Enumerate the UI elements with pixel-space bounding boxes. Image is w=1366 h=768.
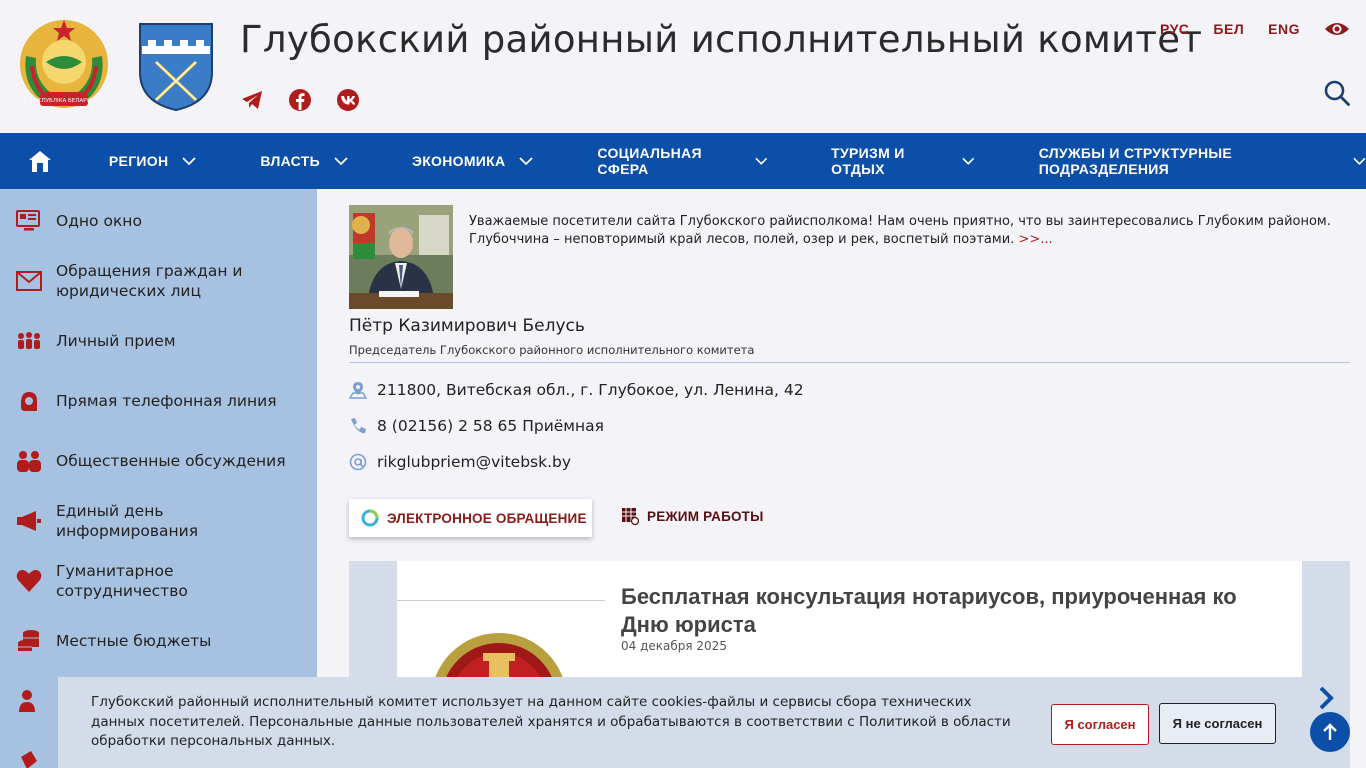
chevron-down-icon [754,157,767,165]
chevron-down-icon [1353,157,1366,165]
home-button[interactable] [0,133,81,189]
sidebar-item-label: Прямая телефонная линия [56,392,277,410]
cookie-text: Глубокский районный исполнительный комит… [91,694,1011,749]
site-title: Глубокский районный исполнительный комит… [240,18,1203,61]
telegram-icon[interactable] [240,88,264,112]
sidebar-item-label: Общественные обсуждения [56,452,286,470]
megaphone-icon [16,508,42,534]
chevron-down-icon [962,157,975,165]
heart-icon [16,568,42,594]
nav-tourism-label: ТУРИЗМ И ОТДЫХ [831,145,905,177]
divider [349,362,1350,363]
email-link[interactable]: rikglubpriem@vitebsk.by [377,453,571,471]
sidebar-item-humanitarian[interactable]: Гуманитарное сотрудничество [0,562,317,600]
language-switcher: РУС БЕЛ ENG [1160,20,1350,38]
nav-power-label: ВЛАСТЬ [260,153,320,169]
home-icon [29,151,52,172]
working-hours-label: РЕЖИМ РАБОТЫ [647,508,764,524]
cookie-banner: Глубокский районный исполнительный комит… [58,677,1308,768]
sidebar-item-label: Местные бюджеты [56,632,212,650]
person-icon [16,688,42,714]
divider [397,600,605,601]
electronic-appeal-button[interactable]: ЭЛЕКТРОННОЕ ОБРАЩЕНИЕ [349,499,592,537]
working-hours-button[interactable]: РЕЖИМ РАБОТЫ [621,507,764,525]
social-links [240,88,360,112]
monitor-icon [16,208,42,234]
chevron-right-icon[interactable] [1316,685,1336,711]
schedule-icon [622,508,639,525]
envelope-icon [16,268,42,294]
sidebar-item-label: Одно окно [56,212,142,230]
nav-services-label: СЛУЖБЫ И СТРУКТУРНЫЕ ПОДРАЗДЕЛЕНИЯ [1038,145,1233,177]
sidebar-item-label: Единый день информирования [56,502,199,540]
news-date: 04 декабря 2025 [621,639,727,653]
greeting-body: Уважаемые посетители сайта Глубокского р… [469,214,1331,247]
sidebar-item-budgets[interactable]: Местные бюджеты [0,629,317,653]
facebook-icon[interactable] [288,88,312,112]
phone-text[interactable]: 8 (02156) 2 58 65 Приёмная [377,417,604,435]
scroll-to-top-button[interactable] [1310,712,1350,752]
main-navigation: РЕГИОН ВЛАСТЬ ЭКОНОМИКА СОЦИАЛЬНАЯ СФЕРА… [0,133,1366,189]
sidebar-item-label: Личный прием [56,332,176,350]
nav-social-label: СОЦИАЛЬНАЯ СФЕРА [597,145,702,177]
chairman-photo[interactable] [349,205,453,309]
vk-icon[interactable] [336,88,360,112]
phone-icon [349,417,367,435]
chairman-role: Председатель Глубокского районного испол… [349,343,755,357]
site-header: РЭСПУБЛІКА БЕЛАРУСЬ Глубокский районный … [0,0,1366,133]
nav-power[interactable]: ВЛАСТЬ [232,133,384,189]
chevron-down-icon [519,156,534,165]
chevron-down-icon [182,156,197,165]
eye-icon[interactable] [1324,20,1350,38]
contact-email: rikglubpriem@vitebsk.by [349,453,571,471]
contact-phone: 8 (02156) 2 58 65 Приёмная [349,417,604,435]
sidebar-item-discussions[interactable]: Общественные обсуждения [0,449,317,473]
address-text: 211800, Витебская обл., г. Глубокое, ул.… [377,381,804,399]
sidebar-item-personal-reception[interactable]: Личный прием [0,329,317,353]
nav-region-label: РЕГИОН [108,153,169,169]
discussion-icon [16,448,42,474]
nav-region[interactable]: РЕГИОН [81,133,232,189]
glubokoe-coat-of-arms-logo[interactable] [138,22,214,112]
spinner-logo-icon [361,509,379,527]
greeting-text: Уважаемые посетители сайта Глубокского р… [469,213,1349,249]
coins-icon [16,628,42,654]
nav-tourism[interactable]: ТУРИЗМ И ОТДЫХ [803,133,1011,189]
news-title[interactable]: Бесплатная консультация нотариусов, приу… [621,583,1281,639]
sidebar-item-label: Гуманитарное сотрудничество [56,562,188,600]
cookie-disagree-button[interactable]: Я не согласен [1159,703,1276,744]
chevron-down-icon [334,156,348,165]
sidebar-item-one-window[interactable]: Одно окно [0,209,317,233]
sidebar-item-info-day[interactable]: Единый день информирования [0,501,317,541]
read-more-link[interactable]: >>... [1018,232,1052,247]
sidebar-item-label: Обращения граждан и юридических лиц [56,262,243,300]
lang-bel[interactable]: БЕЛ [1213,21,1244,37]
nav-social[interactable]: СОЦИАЛЬНАЯ СФЕРА [569,133,803,189]
cookie-agree-button[interactable]: Я согласен [1051,704,1149,745]
document-icon [16,748,42,768]
lang-eng[interactable]: ENG [1268,21,1300,37]
at-icon [349,453,367,471]
headset-icon [16,388,42,414]
chairman-name: Пётр Казимирович Белусь [349,316,585,336]
map-pin-icon [349,381,367,399]
people-icon [16,328,42,354]
emblem-ribbon-text: РЭСПУБЛІКА БЕЛАРУСЬ [31,98,98,104]
contact-address: 211800, Витебская обл., г. Глубокое, ул.… [349,381,804,399]
nav-economy-label: ЭКОНОМИКА [411,153,506,169]
nav-services[interactable]: СЛУЖБЫ И СТРУКТУРНЫЕ ПОДРАЗДЕЛЕНИЯ [1011,133,1366,189]
lang-rus[interactable]: РУС [1160,21,1189,37]
nav-economy[interactable]: ЭКОНОМИКА [384,133,569,189]
sidebar-item-appeals[interactable]: Обращения граждан и юридических лиц [0,261,317,301]
sidebar-item-hotline[interactable]: Прямая телефонная линия [0,389,317,413]
arrow-up-icon [1323,723,1337,740]
search-icon[interactable] [1324,80,1350,106]
electronic-appeal-label: ЭЛЕКТРОННОЕ ОБРАЩЕНИЕ [387,510,587,526]
state-emblem-logo[interactable]: РЭСПУБЛІКА БЕЛАРУСЬ [16,16,112,112]
